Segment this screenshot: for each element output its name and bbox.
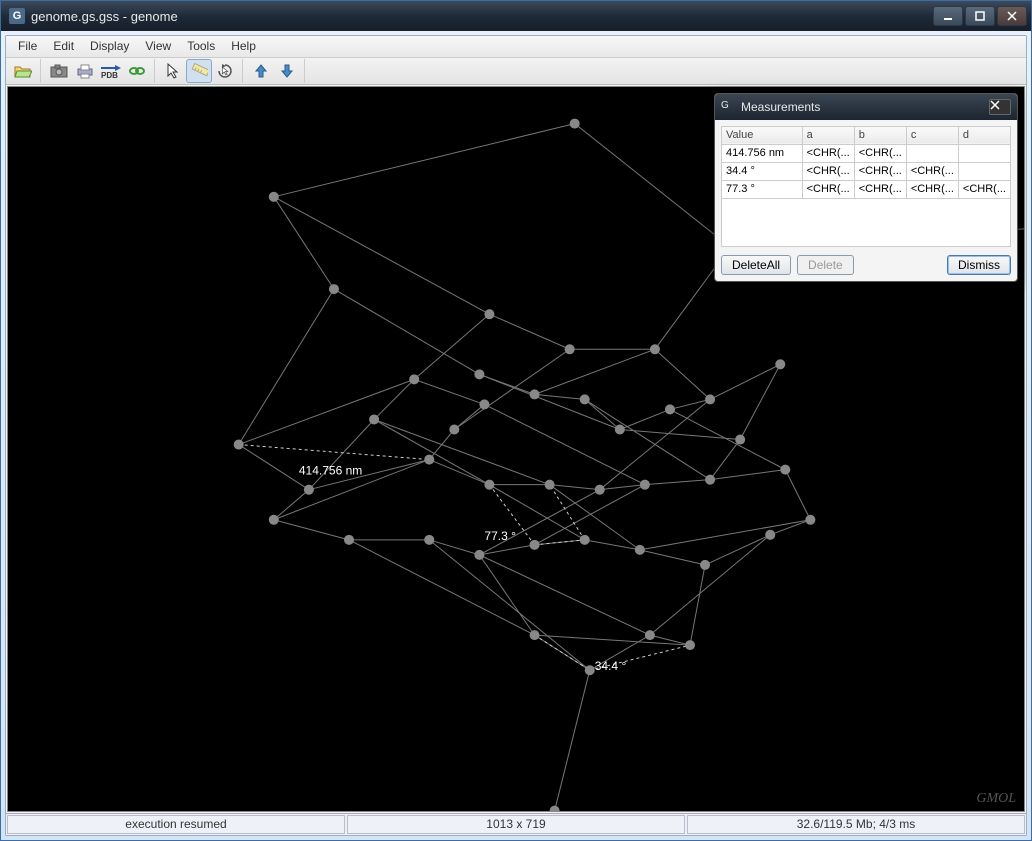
app-window: G genome.gs.gss - genome File Edit Displ… [0, 0, 1032, 841]
up-arrow-icon [254, 63, 268, 79]
status-right: 32.6/119.5 Mb; 4/3 ms [687, 815, 1025, 834]
menu-edit[interactable]: Edit [45, 36, 82, 56]
close-button[interactable] [997, 6, 1027, 26]
table-row[interactable]: 414.756 nm <CHR(... <CHR(... [722, 144, 1011, 162]
link-button[interactable] [124, 59, 150, 83]
angle1-label: 77.3 ° [484, 529, 516, 543]
menubar: File Edit Display View Tools Help [6, 36, 1026, 58]
watermark: GMOL [976, 791, 1016, 807]
statusbar: execution resumed 1013 x 719 32.6/119.5 … [6, 813, 1026, 835]
folder-open-icon [14, 63, 32, 79]
rotate-button[interactable] [212, 59, 238, 83]
status-left: execution resumed [7, 815, 345, 834]
measurements-titlebar[interactable]: G Measurements [715, 94, 1017, 120]
maximize-button[interactable] [965, 6, 995, 26]
angle2-label: 34.4 ° [595, 659, 627, 673]
menu-tools[interactable]: Tools [179, 36, 223, 56]
table-header-row: Value a b c d [722, 126, 1011, 144]
inner-window: File Edit Display View Tools Help [5, 35, 1027, 836]
delete-all-button[interactable]: DeleteAll [721, 255, 791, 275]
col-a[interactable]: a [802, 126, 854, 144]
print-button[interactable] [72, 59, 98, 83]
menu-display[interactable]: Display [82, 36, 137, 56]
menu-file[interactable]: File [10, 36, 45, 56]
status-center: 1013 x 719 [347, 815, 685, 834]
measurements-table[interactable]: Value a b c d 414.756 nm <CHR(... [721, 126, 1011, 199]
titlebar[interactable]: G genome.gs.gss - genome [1, 1, 1031, 31]
col-value[interactable]: Value [722, 126, 803, 144]
app-icon: G [9, 8, 25, 24]
distance-label: 414.756 nm [299, 463, 362, 477]
canvas-viewport[interactable]: 414.756 nm 77.3 ° 34.4 ° GMOL G Measurem… [7, 86, 1025, 812]
measurements-title: Measurements [741, 100, 820, 114]
measurements-panel[interactable]: G Measurements Value a b [714, 93, 1018, 282]
camera-icon [50, 64, 68, 78]
ruler-icon [190, 63, 208, 79]
svg-text:PDB: PDB [101, 71, 118, 79]
col-d[interactable]: d [958, 126, 1010, 144]
menu-help[interactable]: Help [223, 36, 264, 56]
toolbar: PDB [6, 58, 1026, 85]
minimize-button[interactable] [933, 6, 963, 26]
chain-icon [128, 63, 146, 79]
dismiss-button[interactable]: Dismiss [947, 255, 1011, 275]
printer-icon [76, 63, 94, 79]
rotate-icon [217, 63, 233, 79]
open-button[interactable] [10, 59, 36, 83]
up-button[interactable] [248, 59, 274, 83]
pointer-button[interactable] [160, 59, 186, 83]
col-b[interactable]: b [854, 126, 906, 144]
save-button[interactable] [46, 59, 72, 83]
window-title: genome.gs.gss - genome [31, 9, 933, 24]
ruler-button[interactable] [186, 59, 212, 83]
close-icon [990, 100, 1010, 114]
pdb-arrow-icon: PDB [99, 63, 123, 79]
down-arrow-icon [280, 63, 294, 79]
table-row[interactable]: 77.3 ° <CHR(... <CHR(... <CHR(... <CHR(.… [722, 180, 1011, 198]
col-c[interactable]: c [906, 126, 958, 144]
panel-icon: G [721, 100, 735, 114]
table-empty-area [721, 199, 1011, 247]
measurements-close-button[interactable] [989, 99, 1011, 115]
down-button[interactable] [274, 59, 300, 83]
delete-button[interactable]: Delete [797, 255, 854, 275]
menu-view[interactable]: View [137, 36, 179, 56]
pdb-button[interactable]: PDB [98, 59, 124, 83]
table-row[interactable]: 34.4 ° <CHR(... <CHR(... <CHR(... [722, 162, 1011, 180]
pointer-icon [166, 63, 180, 79]
